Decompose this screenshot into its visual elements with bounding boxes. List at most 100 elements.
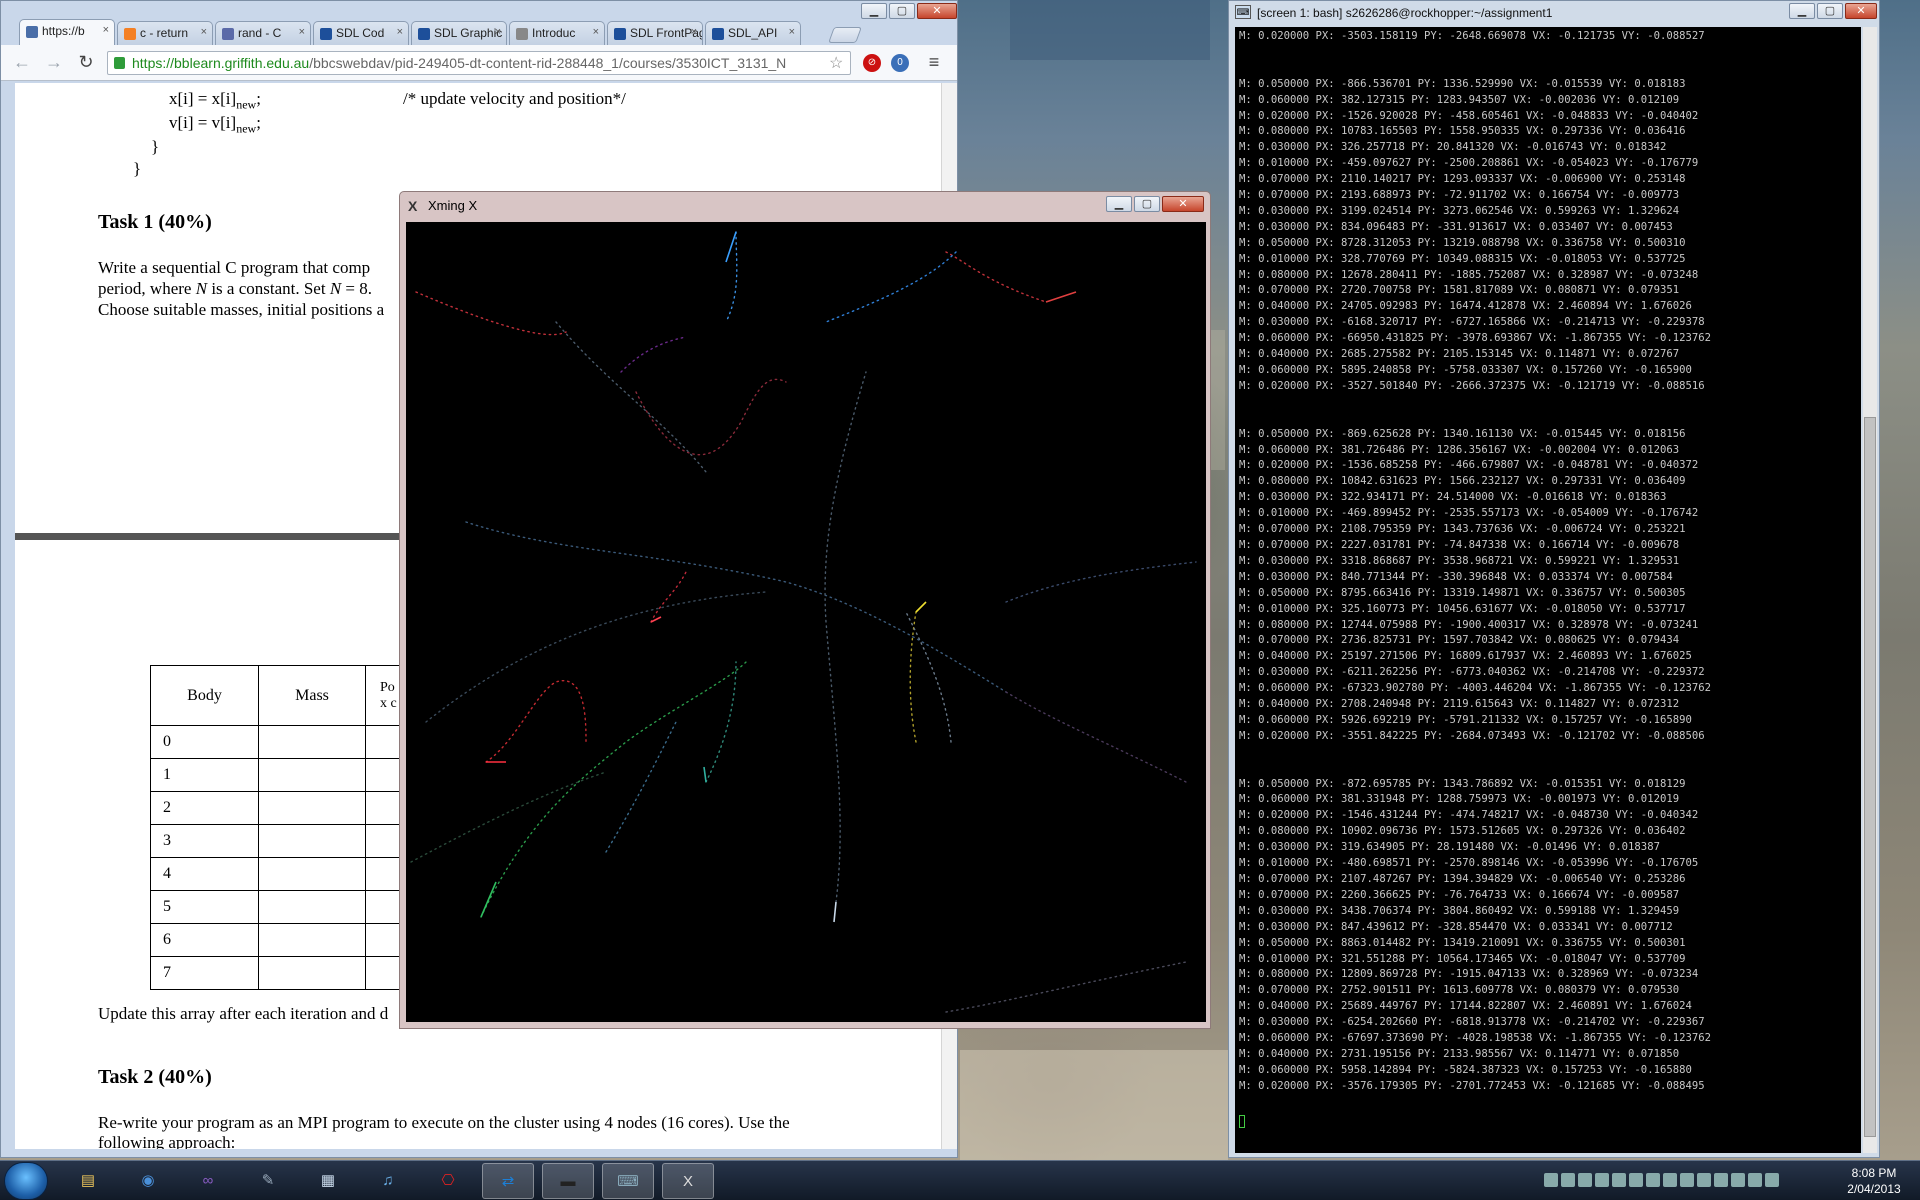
stop-extension-icon[interactable]: ⊘ [863, 54, 881, 72]
tab[interactable]: Introduc × [509, 21, 605, 45]
menu-icon[interactable]: ≡ [923, 52, 945, 74]
terminal-minimize-button[interactable]: ▁ [1789, 3, 1815, 19]
tab-close-icon[interactable]: × [397, 26, 403, 38]
terminal-title: [screen 1: bash] s2626286@rockhopper:~/a… [1257, 6, 1553, 20]
page-icon [26, 26, 38, 38]
tray-icon [1612, 1173, 1626, 1187]
terminal-line: M: 0.060000 PX: -66950.431825 PY: -3978.… [1239, 332, 1711, 345]
table-row: 7 [150, 956, 406, 990]
trail [485, 680, 587, 763]
system-tray [1544, 1173, 1854, 1189]
task1-heading: Task 1 (40%) [98, 211, 212, 233]
terminal-cursor [1239, 1115, 1245, 1129]
start-button[interactable] [4, 1162, 48, 1200]
itunes-icon[interactable]: ♫ [362, 1163, 414, 1199]
tray-icon [1731, 1173, 1745, 1187]
forward-icon[interactable]: → [43, 52, 65, 74]
trail [905, 611, 952, 743]
tab[interactable]: SDL Graphic × [411, 21, 507, 45]
tab[interactable]: rand - C × [215, 21, 311, 45]
minimize-button[interactable]: ▁ [861, 3, 887, 19]
tab[interactable]: SDL FrontPag × [607, 21, 703, 45]
visual-studio-icon[interactable]: ∞ [182, 1163, 234, 1199]
trail [415, 291, 567, 336]
simulation-canvas[interactable] [406, 222, 1206, 1022]
terminal-line: M: 0.080000 PX: 10783.165503 PY: 1558.95… [1239, 125, 1686, 138]
cplusplus-icon [222, 28, 234, 40]
notepad-icon[interactable]: ✎ [242, 1163, 294, 1199]
tab-close-icon[interactable]: × [299, 26, 305, 38]
taskbar: ▤ ◉ ∞ ✎ ▦ ♫ ⎔ ⇄ ▬ ⌨ X 8:08 PM 2/04/2013 [0, 1160, 1920, 1200]
terminal-line: M: 0.030000 PX: 834.096483 PY: -331.9136… [1239, 220, 1673, 233]
terminal-line: M: 0.080000 PX: 12678.280411 PY: -1885.7… [1239, 268, 1699, 281]
terminal-line: M: 0.070000 PX: 2110.140217 PY: 1293.093… [1239, 173, 1686, 186]
terminal-scroll-thumb[interactable] [1864, 417, 1876, 1137]
terminal-close-button[interactable]: ✕ [1845, 3, 1877, 19]
tab-close-icon[interactable]: × [495, 26, 501, 38]
reload-icon[interactable]: ↻ [75, 52, 97, 74]
tab-close-icon[interactable]: × [789, 26, 795, 38]
xming-maximize-button[interactable]: ▢ [1134, 196, 1160, 212]
terminal-line: M: 0.060000 PX: 382.127315 PY: 1283.9435… [1239, 93, 1680, 106]
trail-head [915, 601, 927, 613]
new-tab-button[interactable] [828, 27, 862, 43]
address-bar[interactable]: https://bblearn.griffith.edu.au/bbcswebd… [107, 51, 851, 75]
terminal-line: M: 0.070000 PX: 2193.688973 PY: -72.9117… [1239, 189, 1680, 202]
terminal-line: M: 0.020000 PX: -3551.842225 PY: -2684.0… [1239, 729, 1705, 742]
xming-window: X Xming X ▁ ▢ ✕ [399, 191, 1211, 1029]
back-icon[interactable]: ← [11, 52, 33, 74]
terminal-line: M: 0.040000 PX: 25689.449767 PY: 17144.8… [1239, 1000, 1692, 1013]
task2-heading: Task 2 (40%) [98, 1066, 212, 1088]
terminal-line: M: 0.070000 PX: 2260.366625 PY: -76.7647… [1239, 888, 1680, 901]
clock[interactable]: 8:08 PM 2/04/2013 [1832, 1165, 1916, 1197]
maximize-button[interactable]: ▢ [889, 3, 915, 19]
terminal-maximize-button[interactable]: ▢ [1817, 3, 1843, 19]
cmd-icon[interactable]: ▬ [542, 1163, 594, 1199]
close-button[interactable]: ✕ [917, 3, 957, 19]
table-row: 6 [150, 923, 406, 957]
tab[interactable]: SDL Cod × [313, 21, 409, 45]
extension-badge-icon[interactable]: 0 [891, 54, 909, 72]
bookmark-star-icon[interactable]: ☆ [829, 53, 843, 73]
tab-close-icon[interactable]: × [691, 26, 697, 38]
terminal-line: M: 0.050000 PX: -866.536701 PY: 1336.529… [1239, 77, 1686, 90]
putty-icon[interactable]: ⌨ [602, 1163, 654, 1199]
terminal-line: M: 0.020000 PX: -1546.431244 PY: -474.74… [1239, 809, 1699, 822]
terminal-line: M: 0.010000 PX: 321.551288 PY: 10564.173… [1239, 952, 1686, 965]
trail [705, 661, 737, 783]
lock-icon [114, 57, 125, 69]
sdl-icon [614, 28, 626, 40]
tab-label: SDL Cod [336, 26, 385, 40]
tab[interactable]: c - return × [117, 21, 213, 45]
calculator-icon[interactable]: ▦ [302, 1163, 354, 1199]
code-comment: /* update velocity and position*/ [403, 89, 626, 108]
terminal-window: ⌨ [screen 1: bash] s2626286@rockhopper:~… [1228, 0, 1880, 1158]
terminal-line: M: 0.030000 PX: 3318.868687 PY: 3538.968… [1239, 554, 1680, 567]
xming-logo-icon: X [408, 198, 418, 214]
terminal-scrollbar[interactable] [1863, 27, 1877, 1153]
tray-icon [1629, 1173, 1643, 1187]
terminal-output[interactable]: M: 0.020000 PX: -3503.158119 PY: -2648.6… [1235, 27, 1861, 1153]
teamviewer-icon[interactable]: ⇄ [482, 1163, 534, 1199]
tab[interactable]: SDL_API × [705, 21, 801, 45]
xming-minimize-button[interactable]: ▁ [1106, 196, 1132, 212]
tab-close-icon[interactable]: × [593, 26, 599, 38]
xming-icon[interactable]: X [662, 1163, 714, 1199]
xming-close-button[interactable]: ✕ [1162, 196, 1204, 212]
chrome-icon[interactable]: ◉ [122, 1163, 174, 1199]
code-brace: } [151, 137, 160, 156]
terminal-line: M: 0.030000 PX: -6168.320717 PY: -6727.1… [1239, 316, 1705, 329]
tab-label: c - return [140, 26, 189, 40]
trail-head [650, 616, 662, 623]
bodies-table: Body Mass Po x c 0 1 2 3 4 5 6 7 [150, 665, 406, 990]
trail [425, 591, 767, 723]
terminal-line: M: 0.020000 PX: -1536.685258 PY: -466.67… [1239, 459, 1699, 472]
tab-close-icon[interactable]: × [103, 24, 109, 36]
trail [825, 251, 957, 323]
tab-close-icon[interactable]: × [201, 26, 207, 38]
table-row: 4 [150, 857, 406, 891]
acrobat-icon[interactable]: ⎔ [422, 1163, 474, 1199]
terminal-line: M: 0.060000 PX: -67697.373690 PY: -4028.… [1239, 1032, 1711, 1045]
explorer-icon[interactable]: ▤ [62, 1163, 114, 1199]
tab[interactable]: https://b × [19, 19, 115, 45]
